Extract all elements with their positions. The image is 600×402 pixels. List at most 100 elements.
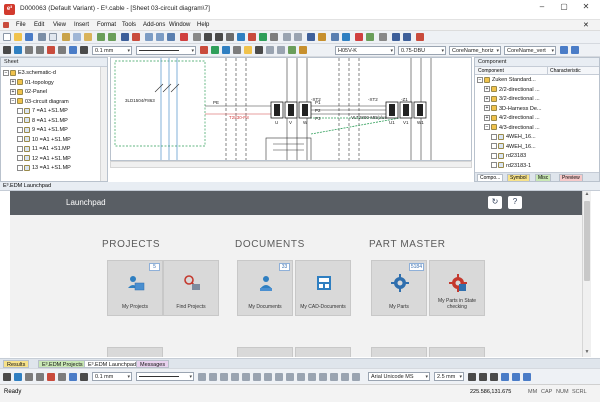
collapse-icon[interactable]: − bbox=[10, 98, 16, 105]
sheet-panel-scrollbar[interactable] bbox=[100, 67, 107, 181]
sheet-tree-item[interactable]: 10 =A1 +S1.MP bbox=[17, 136, 71, 144]
tab-edm-projects[interactable]: E³.EDM Projects bbox=[38, 360, 87, 368]
navigator-icon[interactable] bbox=[331, 33, 339, 41]
tile-my-cad-documents[interactable]: My CAD-Documents bbox=[295, 260, 351, 316]
expand-icon[interactable]: + bbox=[10, 88, 16, 95]
schematic-canvas[interactable]: 3LD1504/F863 -XT2 -XT2 -Z1 T2830-P8 VLT2… bbox=[110, 57, 472, 161]
tab-results[interactable]: Results bbox=[3, 360, 30, 368]
print-icon[interactable] bbox=[38, 33, 46, 41]
document-icon[interactable] bbox=[3, 22, 9, 28]
component-tree-item[interactable]: − Zuken Standard... bbox=[477, 76, 536, 84]
connect-tool-icon[interactable] bbox=[259, 33, 267, 41]
tile-my-projects[interactable]: 5 My Projects bbox=[107, 260, 163, 316]
align-right-icon[interactable] bbox=[523, 373, 531, 381]
wire-type-select[interactable]: H05V-K ▾ bbox=[335, 46, 395, 55]
component-tree-item[interactable]: rd23183-1 bbox=[491, 162, 531, 170]
distribute-icon[interactable] bbox=[294, 33, 302, 41]
tile-row2-3[interactable] bbox=[295, 347, 351, 357]
component-tree-item[interactable]: +3D-Harness De... bbox=[484, 105, 542, 113]
sheet-tree-item[interactable]: 13 =A1 +S1.MP bbox=[17, 164, 71, 172]
tab-edm-launchpad[interactable]: E³.EDM Launchpad bbox=[84, 360, 140, 368]
shape-8-icon[interactable] bbox=[275, 373, 283, 381]
bottom-line-width-select[interactable]: 0.1 mm ▾ bbox=[92, 372, 132, 381]
shape-12-icon[interactable] bbox=[319, 373, 327, 381]
wire-blue-icon[interactable] bbox=[222, 46, 230, 54]
tile-row2-2[interactable] bbox=[237, 347, 293, 357]
wire-bundle-icon[interactable] bbox=[266, 46, 274, 54]
checkbox-icon[interactable] bbox=[17, 164, 23, 171]
tile-row2-1[interactable] bbox=[107, 347, 163, 357]
wire-tool-icon[interactable] bbox=[248, 33, 256, 41]
menu-help[interactable]: Help bbox=[197, 22, 209, 28]
tile-my-parts[interactable]: 5184 My Parts bbox=[371, 260, 427, 316]
column-characteristic[interactable]: Characteristic bbox=[547, 67, 581, 75]
menu-view[interactable]: View bbox=[53, 22, 66, 28]
dimension-tool-icon[interactable] bbox=[80, 373, 88, 381]
hatch-icon[interactable] bbox=[36, 46, 44, 54]
sheet-tree-item[interactable]: +01-topology bbox=[10, 79, 54, 87]
tile-find-projects[interactable]: Find Projects bbox=[163, 260, 219, 316]
window-tile-icon[interactable] bbox=[392, 33, 400, 41]
menu-add-ons[interactable]: Add-ons bbox=[143, 22, 165, 28]
line-width-select[interactable]: 0.1 mm ▾ bbox=[92, 46, 132, 55]
arc-tool-icon[interactable] bbox=[226, 33, 234, 41]
save-icon[interactable] bbox=[25, 33, 33, 41]
line-style-icon[interactable] bbox=[25, 46, 33, 54]
bom-icon[interactable] bbox=[318, 33, 326, 41]
line-style-select[interactable]: ▾ bbox=[136, 46, 196, 55]
maximize-icon[interactable]: ▢ bbox=[553, 0, 575, 14]
new-icon[interactable] bbox=[3, 33, 11, 41]
line-tool-icon[interactable] bbox=[25, 373, 33, 381]
shape-9-icon[interactable] bbox=[286, 373, 294, 381]
tab-messages[interactable]: Messages bbox=[136, 360, 170, 368]
scroll-down-icon[interactable]: ▼ bbox=[584, 349, 590, 357]
checkbox-icon[interactable] bbox=[17, 136, 23, 143]
text-rotate-icon[interactable] bbox=[571, 46, 579, 54]
draw-tool-icon[interactable] bbox=[14, 373, 22, 381]
shape-2-icon[interactable] bbox=[209, 373, 217, 381]
align-left-icon[interactable] bbox=[501, 373, 509, 381]
menu-edit[interactable]: Edit bbox=[34, 22, 44, 28]
checkbox-icon[interactable] bbox=[17, 155, 23, 162]
component-tree-item[interactable]: − 4/3-directional ... bbox=[484, 124, 540, 132]
pencil-icon[interactable] bbox=[3, 46, 11, 54]
sheet-tree-item[interactable]: 7 =A1 +S1.MP bbox=[17, 107, 68, 115]
text-tool-icon[interactable] bbox=[69, 373, 77, 381]
scroll-up-icon[interactable]: ▲ bbox=[584, 191, 590, 199]
line-tool-icon[interactable] bbox=[204, 33, 212, 41]
width-icon[interactable] bbox=[80, 46, 88, 54]
shape-14-icon[interactable] bbox=[341, 373, 349, 381]
tile-my-documents[interactable]: 33 My Documents bbox=[237, 260, 293, 316]
menu-tools[interactable]: Tools bbox=[122, 22, 136, 28]
wire-split-icon[interactable] bbox=[277, 46, 285, 54]
menu-close-icon[interactable]: ✕ bbox=[583, 21, 589, 29]
zoom-in-icon[interactable] bbox=[145, 33, 153, 41]
shape-6-icon[interactable] bbox=[253, 373, 261, 381]
expand-icon[interactable]: + bbox=[484, 105, 490, 112]
collapse-icon[interactable]: − bbox=[477, 76, 483, 83]
tile-row2-4[interactable] bbox=[371, 347, 427, 357]
launchpad-scrollbar[interactable]: ▲ ▼ bbox=[582, 191, 591, 357]
check-icon[interactable] bbox=[355, 33, 363, 41]
expand-icon[interactable]: + bbox=[484, 95, 490, 102]
sheet-tree-item[interactable]: 11 =A1 +S1.MP bbox=[17, 145, 70, 153]
sheet-tree-item[interactable]: +02-Panel bbox=[10, 88, 47, 96]
checkbox-icon[interactable] bbox=[491, 133, 497, 140]
shape-3-icon[interactable] bbox=[220, 373, 228, 381]
italic-icon[interactable] bbox=[479, 373, 487, 381]
measure-tool-icon[interactable] bbox=[270, 33, 278, 41]
pointer-icon[interactable] bbox=[193, 33, 201, 41]
color-icon[interactable] bbox=[14, 46, 22, 54]
tile-my-parts-in-state-checking[interactable]: My Parts in State checking bbox=[429, 260, 485, 316]
checkbox-icon[interactable] bbox=[17, 145, 23, 152]
wire-color-icon[interactable] bbox=[200, 46, 208, 54]
refresh-icon[interactable]: ↻ bbox=[488, 196, 502, 209]
shape-11-icon[interactable] bbox=[308, 373, 316, 381]
text-align-icon[interactable] bbox=[560, 46, 568, 54]
tab-symbol[interactable]: Symbol bbox=[507, 174, 530, 181]
expand-icon[interactable]: + bbox=[484, 86, 490, 93]
checkbox-icon[interactable] bbox=[17, 107, 23, 114]
component-tree-item[interactable]: +4/2-directional ... bbox=[484, 114, 540, 122]
paste-icon[interactable] bbox=[84, 33, 92, 41]
component-tree-item[interactable]: +3/2-directional ... bbox=[484, 95, 540, 103]
